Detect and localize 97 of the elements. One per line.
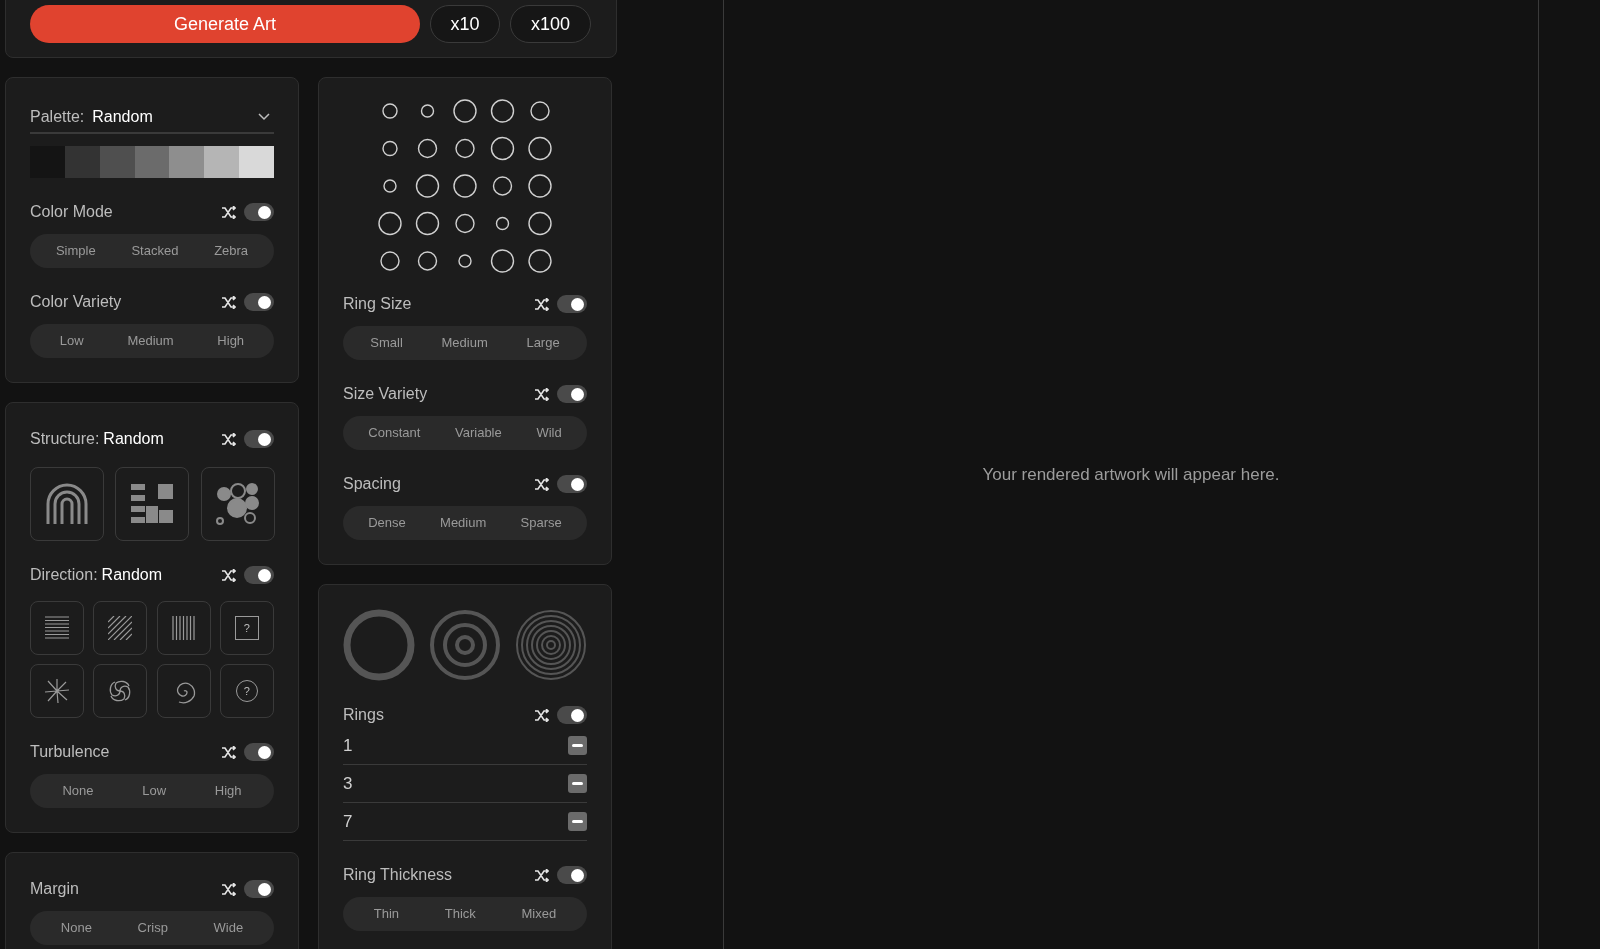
color-swatch[interactable] bbox=[134, 146, 170, 178]
shuffle-icon[interactable] bbox=[534, 387, 549, 401]
direction-option[interactable] bbox=[156, 601, 211, 655]
setting-label: Ring Size bbox=[343, 294, 412, 314]
segment-option[interactable]: Dense bbox=[364, 513, 410, 533]
structure-option[interactable] bbox=[200, 467, 275, 541]
segment-option[interactable]: Small bbox=[366, 333, 407, 353]
remove-button[interactable] bbox=[568, 812, 587, 831]
segment-option[interactable]: Thin bbox=[369, 904, 404, 924]
setting-label: Color Variety bbox=[30, 292, 122, 312]
setting-label: Spacing bbox=[343, 474, 401, 494]
setting-label: Margin bbox=[30, 879, 79, 899]
segment-option[interactable]: Variable bbox=[451, 423, 506, 443]
segment-option[interactable]: None bbox=[56, 918, 96, 938]
segment-option[interactable]: Medium bbox=[437, 333, 492, 353]
toggle-switch[interactable] bbox=[557, 706, 587, 724]
setting-label: Size Variety bbox=[343, 384, 428, 404]
segment-option[interactable]: None bbox=[58, 781, 98, 801]
setting-label: Structure: bbox=[30, 429, 100, 449]
shuffle-icon[interactable] bbox=[221, 568, 236, 582]
palette-dropdown[interactable]: Palette: Random bbox=[30, 102, 274, 134]
segment-option[interactable]: Crisp bbox=[133, 918, 172, 938]
segment-option[interactable]: Stacked bbox=[127, 241, 183, 261]
segment-option[interactable]: Mixed bbox=[517, 904, 561, 924]
setting-label: Color Mode bbox=[30, 202, 113, 222]
color-swatch[interactable] bbox=[64, 146, 100, 178]
arch-icon bbox=[45, 482, 89, 526]
generate-button[interactable]: Generate Art bbox=[30, 5, 420, 43]
direction-option[interactable] bbox=[93, 664, 148, 718]
ring-count: 7 bbox=[343, 810, 353, 833]
placeholder-message: Your rendered artwork will appear here. bbox=[982, 463, 1280, 486]
shuffle-icon[interactable] bbox=[534, 477, 549, 491]
ring-count: 1 bbox=[343, 734, 353, 757]
segment-option[interactable]: High bbox=[210, 781, 246, 801]
segment-option[interactable]: Thick bbox=[440, 904, 480, 924]
vertical-lines-icon bbox=[171, 616, 196, 640]
segment-option[interactable]: Constant bbox=[364, 423, 425, 443]
segment-option[interactable]: Large bbox=[522, 333, 564, 353]
setting-label: Rings bbox=[343, 705, 384, 725]
segment-option[interactable]: Low bbox=[55, 331, 88, 351]
direction-option[interactable] bbox=[30, 664, 84, 718]
shuffle-icon[interactable] bbox=[221, 882, 236, 896]
toggle-switch[interactable] bbox=[244, 203, 274, 221]
toggle-switch[interactable] bbox=[557, 385, 587, 403]
segment-option[interactable]: Sparse bbox=[516, 513, 566, 533]
square-question-icon: ? bbox=[234, 616, 259, 640]
segment-option[interactable]: High bbox=[213, 331, 249, 351]
shuffle-icon[interactable] bbox=[221, 205, 236, 219]
direction-option[interactable] bbox=[156, 664, 211, 718]
setting-value: Random bbox=[101, 565, 163, 585]
bubbles-icon bbox=[215, 482, 260, 526]
color-swatch[interactable] bbox=[99, 146, 135, 178]
shuffle-icon[interactable] bbox=[221, 432, 236, 446]
setting-value: Random bbox=[103, 429, 164, 449]
color-swatch[interactable] bbox=[30, 146, 65, 178]
structure-option[interactable] bbox=[30, 467, 104, 541]
toggle-switch[interactable] bbox=[244, 566, 274, 584]
shuffle-icon[interactable] bbox=[221, 745, 236, 759]
blocks-icon bbox=[130, 482, 175, 526]
shuffle-icon[interactable] bbox=[221, 295, 236, 309]
color-swatch[interactable] bbox=[169, 146, 205, 178]
segment-option[interactable]: Wild bbox=[532, 423, 566, 443]
direction-option[interactable] bbox=[93, 601, 148, 655]
direction-option[interactable]: ? bbox=[219, 601, 274, 655]
toggle-switch[interactable] bbox=[244, 880, 274, 898]
shuffle-icon[interactable] bbox=[534, 708, 549, 722]
starburst-icon bbox=[44, 678, 70, 704]
setting-label: Ring Thickness bbox=[343, 865, 453, 885]
toggle-switch[interactable] bbox=[244, 743, 274, 761]
batch-button[interactable]: x100 bbox=[510, 5, 591, 43]
segment-option[interactable]: Simple bbox=[51, 241, 100, 261]
toggle-switch[interactable] bbox=[557, 295, 587, 313]
color-swatch[interactable] bbox=[239, 146, 274, 178]
structure-option[interactable] bbox=[115, 467, 190, 541]
batch-button[interactable]: x10 bbox=[430, 5, 500, 43]
toggle-switch[interactable] bbox=[244, 293, 274, 311]
remove-button[interactable] bbox=[568, 774, 587, 793]
ring-count: 3 bbox=[343, 772, 353, 795]
segment-option[interactable]: Wide bbox=[209, 918, 248, 938]
diagonal-lines-icon bbox=[108, 616, 133, 640]
direction-option[interactable]: ? bbox=[219, 664, 274, 718]
segment-option[interactable]: Zebra bbox=[210, 241, 253, 261]
shuffle-icon[interactable] bbox=[534, 297, 549, 311]
remove-button[interactable] bbox=[568, 736, 587, 755]
segment-option[interactable]: Low bbox=[138, 781, 171, 801]
toggle-switch[interactable] bbox=[557, 475, 587, 493]
horizontal-lines-icon bbox=[45, 616, 69, 640]
segment-option[interactable]: Medium bbox=[436, 513, 491, 533]
setting-label: Turbulence bbox=[30, 742, 110, 762]
shuffle-icon[interactable] bbox=[534, 868, 549, 882]
toggle-switch[interactable] bbox=[557, 866, 587, 884]
toggle-switch[interactable] bbox=[244, 430, 274, 448]
segment-option[interactable]: Medium bbox=[123, 331, 178, 351]
color-swatch[interactable] bbox=[204, 146, 240, 178]
direction-option[interactable] bbox=[30, 601, 84, 655]
chevron-down-icon[interactable] bbox=[258, 113, 270, 121]
setting-label: Direction: bbox=[30, 565, 98, 585]
